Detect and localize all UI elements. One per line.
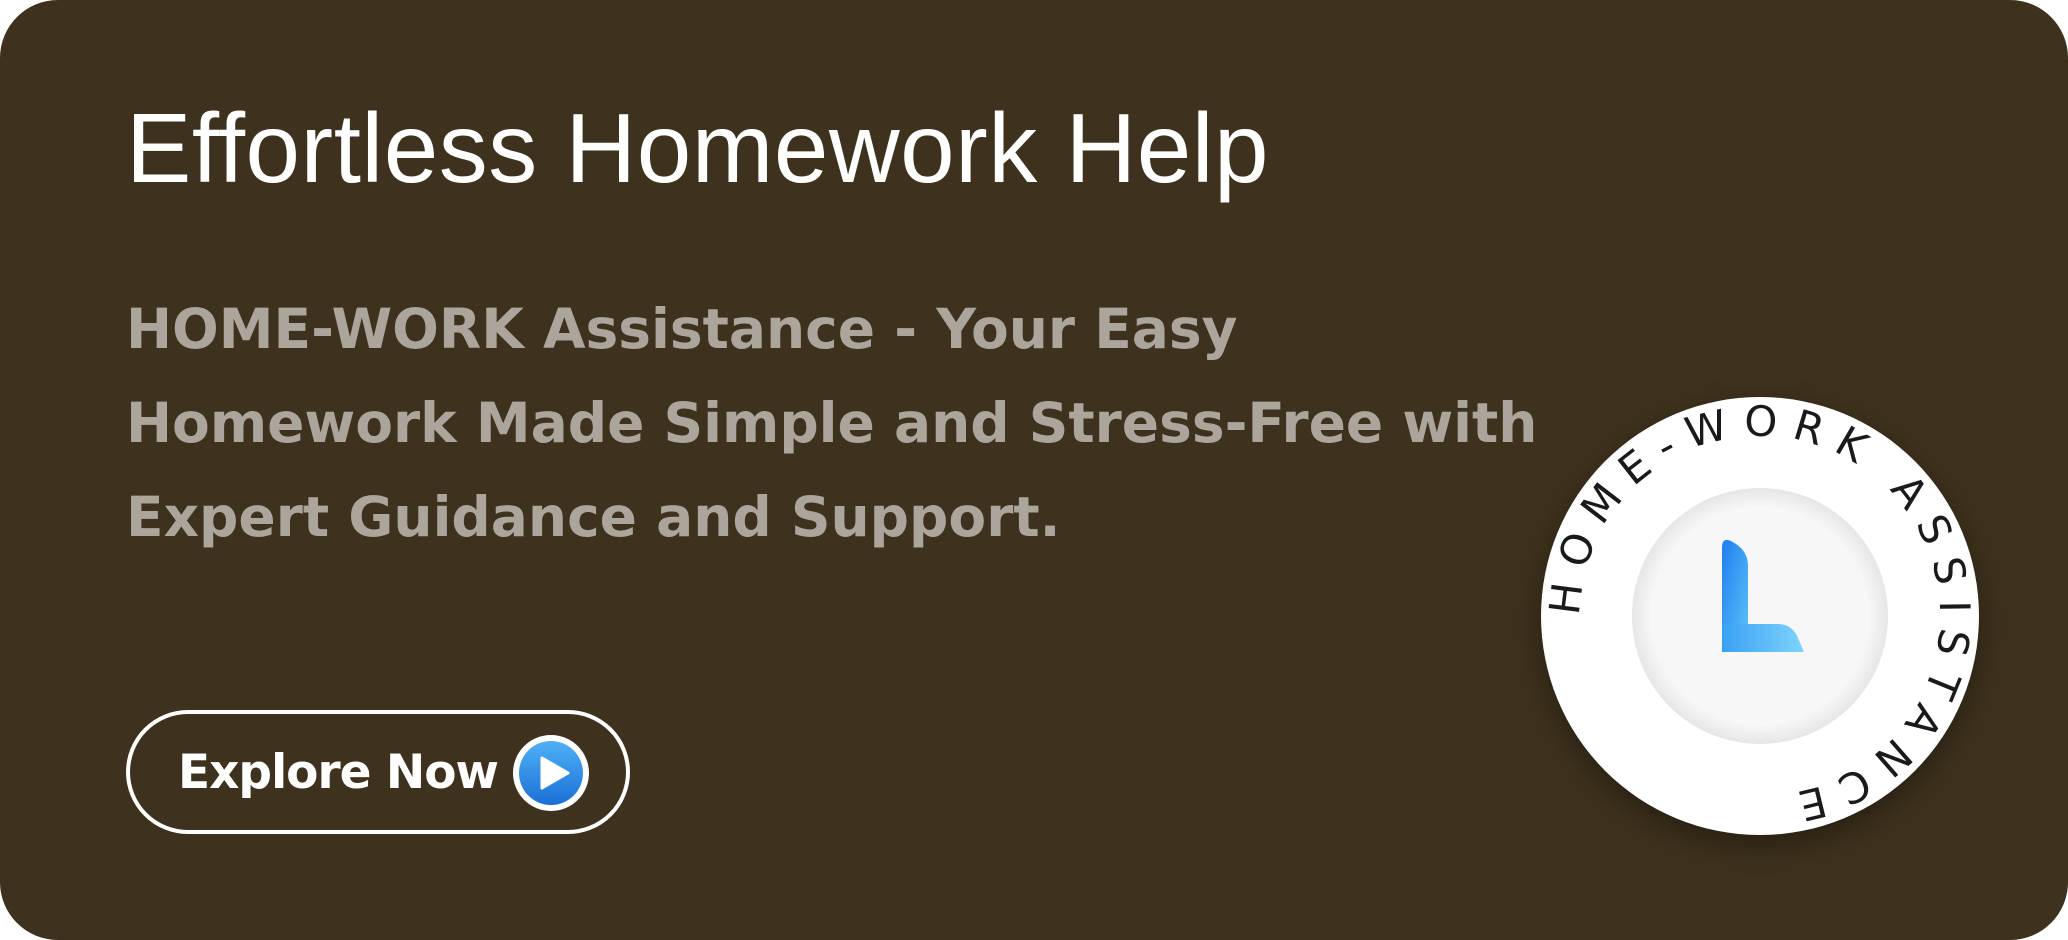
promo-banner: Effortless Homework Help HOME-WORK Assis… [0,0,2068,940]
subtitle-line-3: Expert Guidance and Support. [126,485,1061,549]
homework-assistance-badge: HOME-WORK ASSISTANCE [1538,394,1982,838]
explore-now-button[interactable]: Explore Now [126,710,630,834]
banner-title: Effortless Homework Help [126,93,1270,203]
subtitle-line-2: Homework Made Simple and Stress-Free wit… [126,391,1538,455]
banner-subtitle: HOME-WORK Assistance - Your Easy Homewor… [126,282,1576,564]
explore-now-label: Explore Now [178,745,499,800]
subtitle-line-1: HOME-WORK Assistance - Your Easy [126,297,1238,361]
play-icon [512,734,590,812]
